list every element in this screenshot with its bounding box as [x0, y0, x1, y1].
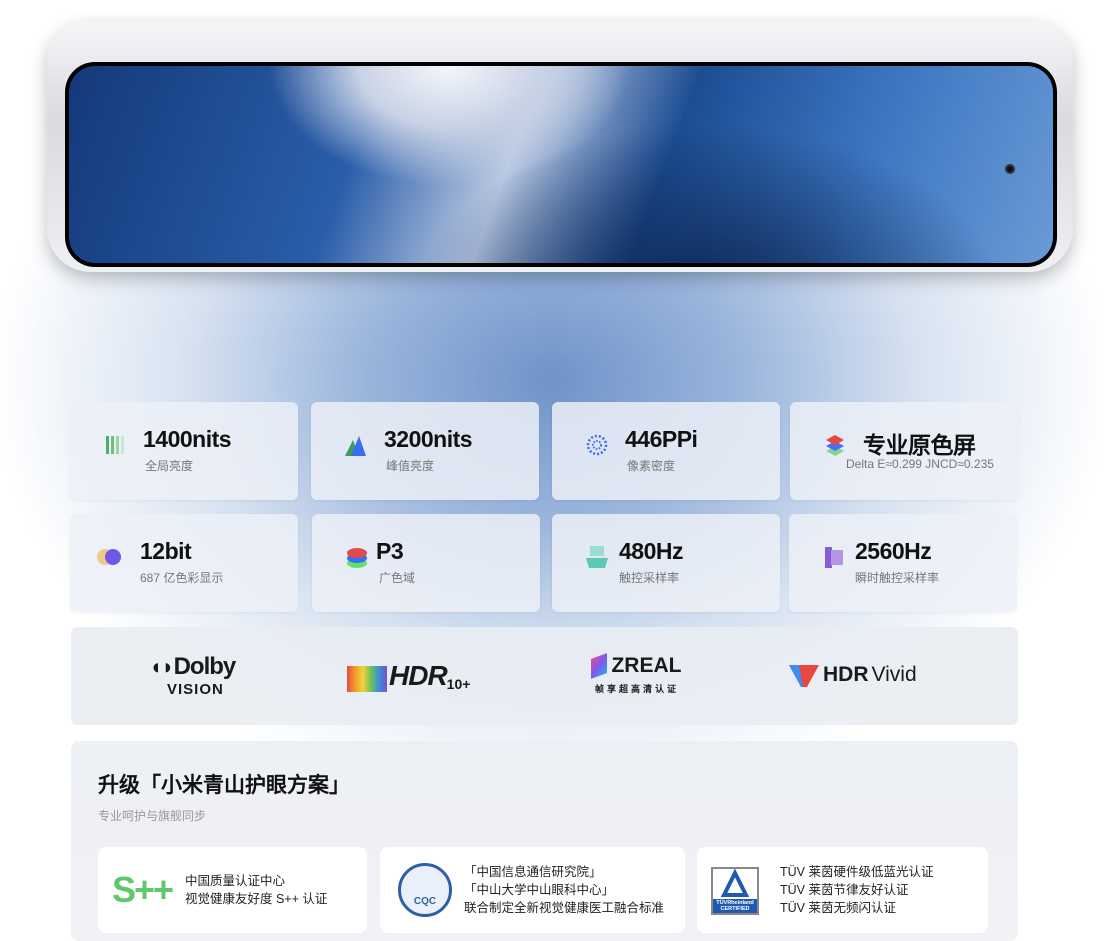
section-title: 升级「小米青山护眼方案」: [98, 769, 350, 799]
peak-triangle-icon: [343, 432, 369, 458]
spec-value: P3: [376, 538, 403, 565]
spec-card-brightness: 1400nits 全局亮度: [70, 402, 298, 500]
spec-card-12bit: 12bit 687 亿色彩显示: [70, 514, 298, 612]
spec-value: 1400nits: [143, 426, 231, 453]
dolby-vision-logo: ◖◗Dolby VISION: [149, 653, 235, 698]
section-subtitle: 专业呵护与旗舰同步: [98, 807, 206, 824]
color-circles-icon: [96, 544, 122, 570]
pixel-dots-icon: [584, 432, 610, 458]
spec-label: 广色域: [379, 569, 415, 586]
tuv-rheinland-logo: TÜVRheinland CERTIFIED: [711, 867, 759, 915]
front-camera: [1005, 164, 1015, 174]
phone-screen: [65, 62, 1057, 267]
cert-line: 「中国信息通信研究院」: [464, 863, 664, 881]
spec-value: 专业原色屏: [863, 426, 976, 460]
gamut-stack-icon: [344, 544, 370, 570]
cert-line: 「中山大学中山眼科中心」: [464, 881, 664, 899]
spec-label: 687 亿色彩显示: [140, 569, 223, 586]
cert-card-cqc-spp: S++ 中国质量认证中心视觉健康友好度 S++ 认证: [98, 847, 367, 933]
spec-card-ppi: 446PPi 像素密度: [552, 402, 780, 500]
cert-line: 联合制定全新视觉健康医工融合标准: [464, 899, 664, 917]
spec-card-2560hz: 2560Hz 瞬时触控采样率: [789, 514, 1017, 612]
cert-line: 视觉健康友好度 S++ 认证: [185, 890, 327, 908]
cqc-seal-logo: CQC: [398, 863, 452, 917]
instant-touch-icon: [821, 544, 847, 570]
spec-card-peak: 3200nits 峰值亮度: [311, 402, 539, 500]
zreal-logo: ZREAL 帧享超高清认证: [591, 654, 681, 695]
spec-label: 瞬时触控采样率: [855, 569, 939, 586]
spec-label: 全局亮度: [145, 457, 193, 474]
tuv-triangle-icon: [713, 869, 757, 899]
cqc-seal-text: CQC: [414, 896, 436, 907]
phone-image: [47, 22, 1073, 272]
hdr-vivid-logo: HDR Vivid: [789, 663, 917, 687]
cert-card-tuv: TÜVRheinland CERTIFIED TÜV 莱茵硬件级低蓝光认证TÜV…: [697, 847, 988, 933]
cert-card-caict: CQC 「中国信息通信研究院」「中山大学中山眼科中心」联合制定全新视觉健康医工融…: [380, 847, 685, 933]
spec-card-480hz: 480Hz 触控采样率: [552, 514, 780, 612]
cert-line: 中国质量认证中心: [185, 872, 327, 890]
spec-label: Delta E≈0.299 JNCD≈0.235: [846, 457, 994, 471]
brightness-grid-icon: [102, 432, 128, 458]
spec-card-p3: P3 广色域: [312, 514, 540, 612]
cert-line: TÜV 莱茵无频闪认证: [780, 899, 933, 917]
certification-logos-bar: ◖◗Dolby VISION HDR 10+ ZREAL 帧享超高清认证 HDR…: [71, 627, 1018, 725]
cert-line: TÜV 莱茵节律友好认证: [780, 881, 933, 899]
hdr-vivid-mark-icon: [789, 663, 819, 687]
touch-stack-icon: [584, 544, 610, 570]
spec-label: 触控采样率: [619, 569, 679, 586]
spec-value: 2560Hz: [855, 538, 931, 565]
tuv-badge-text: TÜVRheinland CERTIFIED: [713, 900, 757, 912]
spec-label: 像素密度: [627, 457, 675, 474]
s-plus-plus-badge: S++: [112, 869, 172, 911]
layers-icon: [822, 432, 848, 458]
spec-value: 3200nits: [384, 426, 472, 453]
cert-line: TÜV 莱茵硬件级低蓝光认证: [780, 863, 933, 881]
eyecare-section: 升级「小米青山护眼方案」 专业呵护与旗舰同步 S++ 中国质量认证中心视觉健康友…: [71, 741, 1018, 941]
spec-card-color: 专业原色屏 Delta E≈0.299 JNCD≈0.235: [790, 402, 1018, 500]
spec-value: 480Hz: [619, 538, 683, 565]
spec-value: 446PPi: [625, 426, 697, 453]
hdr10plus-logo: HDR 10+: [347, 660, 470, 692]
spec-value: 12bit: [140, 538, 191, 565]
spec-label: 峰值亮度: [386, 457, 434, 474]
